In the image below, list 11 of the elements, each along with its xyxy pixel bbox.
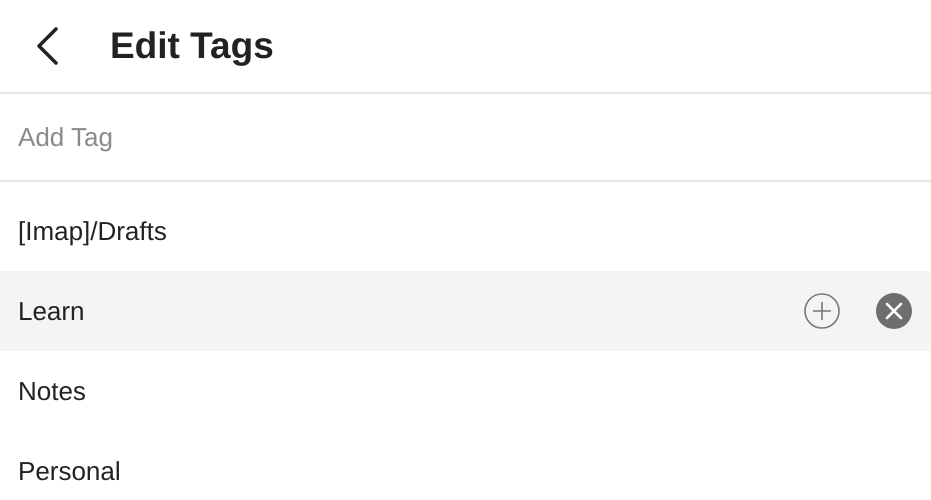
tag-row[interactable]: Notes [0, 351, 931, 431]
tag-row[interactable]: [Imap]/Drafts [0, 191, 931, 271]
close-icon[interactable] [875, 292, 913, 330]
tag-row[interactable]: Personal [0, 431, 931, 500]
tag-label: Notes [18, 376, 87, 406]
tag-label: Learn [18, 296, 86, 326]
page-title: Edit Tags [110, 25, 274, 67]
tag-label: [Imap]/Drafts [18, 216, 168, 246]
tag-row[interactable]: Learn [0, 271, 931, 351]
add-icon[interactable] [803, 292, 841, 330]
tag-label: Personal [18, 456, 122, 486]
